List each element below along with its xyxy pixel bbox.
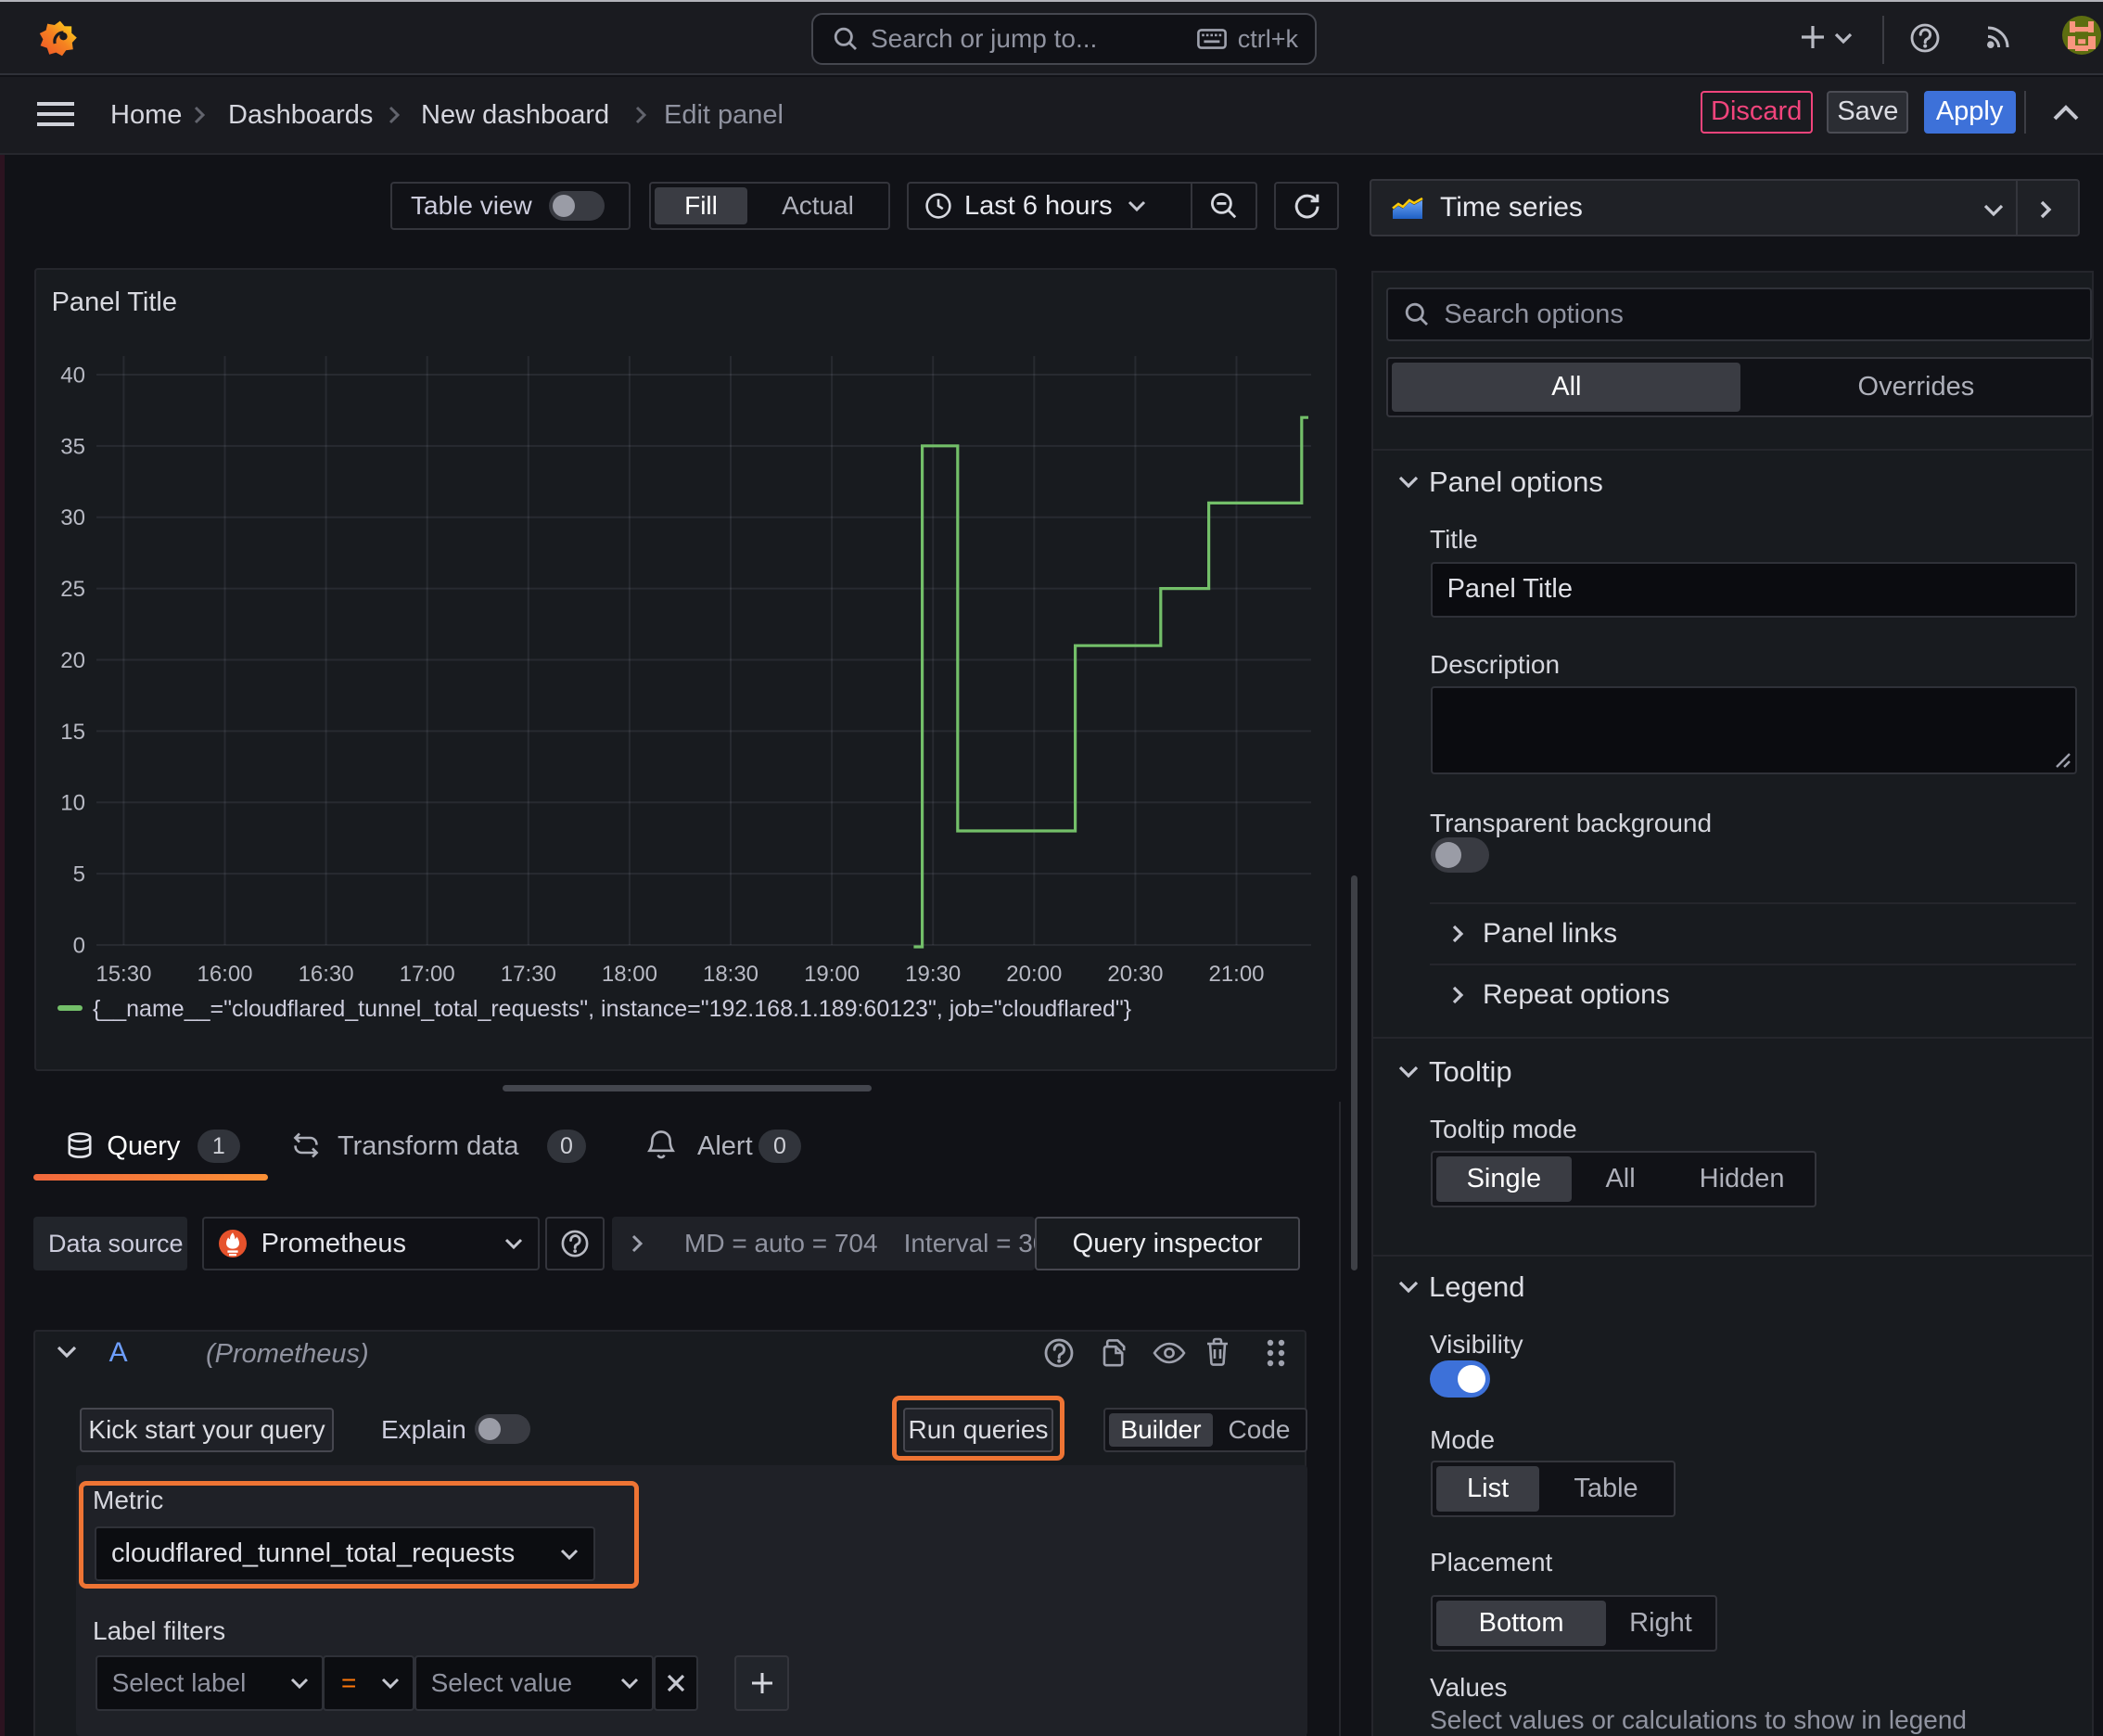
svg-text:18:30: 18:30 [703,962,758,987]
svg-text:19:00: 19:00 [804,962,860,987]
svg-text:15:30: 15:30 [96,962,151,987]
svg-text:20: 20 [60,648,85,673]
svg-text:18:00: 18:00 [602,962,657,987]
svg-text:16:30: 16:30 [299,962,354,987]
svg-text:0: 0 [73,933,85,958]
svg-text:20:30: 20:30 [1107,962,1163,987]
svg-text:16:00: 16:00 [197,962,252,987]
svg-text:35: 35 [60,434,85,459]
svg-text:25: 25 [60,577,85,602]
svg-text:17:30: 17:30 [501,962,556,987]
svg-text:20:00: 20:00 [1006,962,1062,987]
svg-text:40: 40 [60,363,85,388]
svg-text:10: 10 [60,791,85,816]
svg-text:5: 5 [73,862,85,887]
svg-text:21:00: 21:00 [1208,962,1264,987]
svg-text:19:30: 19:30 [905,962,961,987]
svg-text:15: 15 [60,720,85,745]
svg-text:17:00: 17:00 [400,962,455,987]
svg-text:30: 30 [60,505,85,530]
